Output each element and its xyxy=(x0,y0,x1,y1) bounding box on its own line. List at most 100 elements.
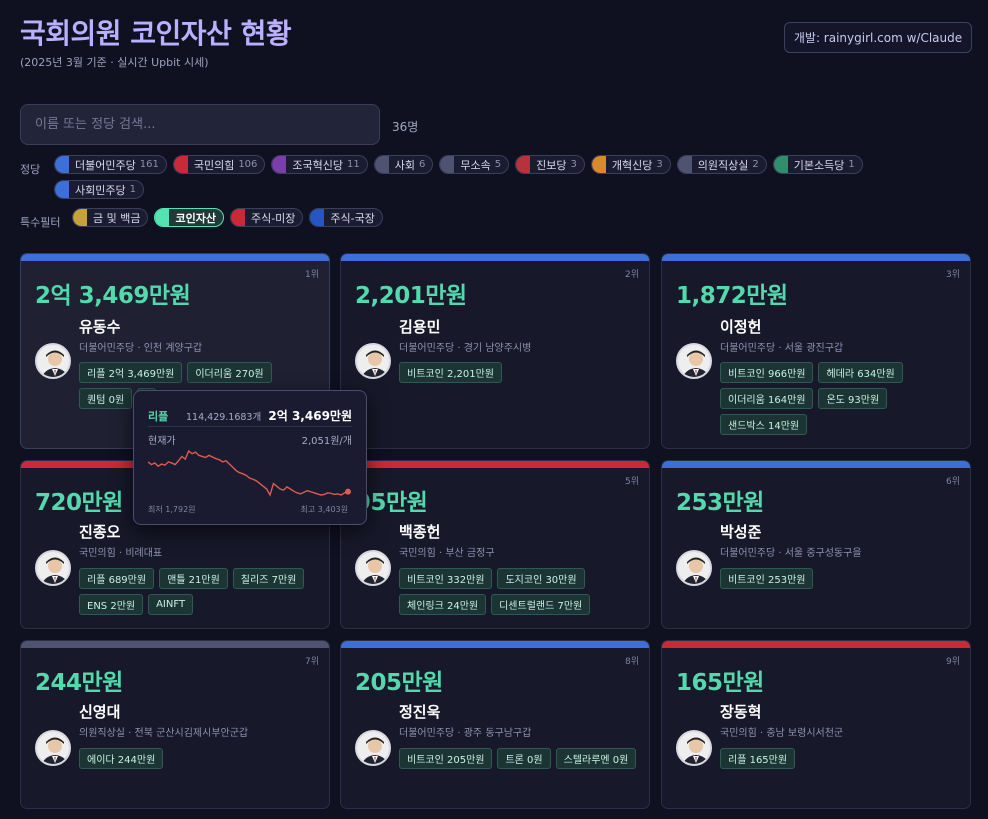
party-chip[interactable]: 개혁신당 3 xyxy=(590,155,671,174)
coin-tag[interactable]: 리플 689만원 xyxy=(79,568,155,589)
special-chip-label: 코인자산 xyxy=(175,211,216,225)
member-name: 진종오 xyxy=(79,523,121,541)
party-filter-label: 정당 xyxy=(20,163,41,176)
member-name: 박성준 xyxy=(720,523,762,541)
coin-tag[interactable]: AINFT xyxy=(148,594,194,615)
party-color-bar xyxy=(21,254,329,261)
rank-badge: 3위 xyxy=(945,270,960,280)
total-asset: 244만원 xyxy=(35,670,123,696)
party-chip[interactable]: 진보당 3 xyxy=(515,155,585,174)
party-color-bar xyxy=(341,461,649,468)
special-filter-chip[interactable]: 주식-미장 xyxy=(229,208,304,227)
party-color-dot xyxy=(272,156,287,173)
party-chip-label: 진보당 xyxy=(536,158,567,172)
sparkline-path xyxy=(147,449,349,497)
party-chip[interactable]: 사회 6 xyxy=(373,155,434,174)
rank-badge: 2위 xyxy=(624,270,639,280)
member-card[interactable]: 7위 244만원 신영대 의원직상실 · 전북 군산시김제시부안군갑 에이다 244만원 xyxy=(20,640,330,809)
rank-badge: 6위 xyxy=(945,477,960,487)
party-chip[interactable]: 국민의힘 106 xyxy=(172,155,266,174)
rank-badge: 5위 xyxy=(624,477,639,487)
coin-tag[interactable]: 에이다 244만원 xyxy=(79,748,164,769)
avatar xyxy=(35,550,71,586)
credit-link[interactable]: 개발: rainygirl.com w/Claude xyxy=(784,22,972,53)
avatar xyxy=(355,550,391,586)
tooltip-max: 최고 3,403원 xyxy=(300,505,348,514)
page-subtitle: (2025년 3월 기준 · 실시간 Upbit 시세) xyxy=(20,56,209,69)
coin-tag[interactable]: 비트코인 253만원 xyxy=(720,568,814,589)
special-filter-chip[interactable]: 코인자산 xyxy=(154,208,224,227)
coin-tag[interactable]: 이더리움 164만원 xyxy=(720,388,814,409)
party-color-dot xyxy=(516,156,531,173)
coin-tag[interactable]: 헤데라 634만원 xyxy=(818,362,903,383)
member-party-district: 국민의힘 · 비례대표 xyxy=(79,548,163,559)
coin-tag[interactable]: 온도 93만원 xyxy=(818,388,888,409)
member-card[interactable]: 9위 165만원 장동혁 국민의힘 · 충남 보령시서천군 리플 165만원 xyxy=(661,640,971,809)
member-card[interactable]: 2위 2,201만원 김용민 더불어민주당 · 경기 남양주시병 비트코인 2,201만… xyxy=(340,253,650,449)
coin-tag[interactable]: ENS 2만원 xyxy=(79,594,144,615)
coin-tag[interactable]: 비트코인 332만원 xyxy=(399,568,493,589)
avatar xyxy=(35,730,71,766)
coin-tag[interactable]: 디센트럴랜드 7만원 xyxy=(491,594,591,615)
member-card[interactable]: 3위 1,872만원 이정헌 더불어민주당 · 서울 광진구갑 비트코인 966만원 헤데… xyxy=(661,253,971,449)
special-chip-label: 주식-미장 xyxy=(250,211,296,225)
coin-tag[interactable]: 비트코인 2,201만원 xyxy=(399,362,503,383)
coin-holdings: 비트코인 332만원 도지코인 30만원체인링크 24만원 디센트럴랜드 7만원 xyxy=(399,568,639,615)
member-card[interactable]: 8위 205만원 정진욱 더불어민주당 · 광주 동구남구갑 비트코인 205만원 트론 … xyxy=(340,640,650,809)
coin-tag[interactable]: 도지코인 30만원 xyxy=(497,568,585,589)
tooltip-min: 최저 1,792원 xyxy=(148,505,196,514)
party-chip-count: 3 xyxy=(570,159,577,170)
party-chip[interactable]: 사회민주당 1 xyxy=(54,180,144,199)
coin-tag[interactable]: 리플 2억 3,469만원 xyxy=(79,362,183,383)
tooltip-coin: 리플 xyxy=(148,410,169,423)
coin-holdings: 비트코인 253만원 xyxy=(720,568,960,589)
coin-tag[interactable]: 샌드박스 14만원 xyxy=(720,414,808,435)
coin-tag[interactable]: 칠리즈 7만원 xyxy=(232,568,305,589)
search-input[interactable] xyxy=(20,104,380,145)
party-chip[interactable]: 기본소득당 1 xyxy=(772,155,863,174)
coin-tag[interactable]: 리플 165만원 xyxy=(720,748,796,769)
party-filter-chips: 더불어민주당 161 국민의힘 106 조국혁신당 11 사회 6 무소속 5 진보당 3 개혁신당 3 의… xyxy=(54,155,934,199)
party-chip[interactable]: 더불어민주당 161 xyxy=(54,155,167,174)
party-chip[interactable]: 의원직상실 2 xyxy=(676,155,767,174)
party-color-bar xyxy=(341,254,649,261)
tooltip-quantity: 114,429.1683개 xyxy=(186,412,262,423)
party-color-dot xyxy=(374,156,389,173)
member-name: 정진욱 xyxy=(399,703,441,721)
member-name: 유동수 xyxy=(79,318,121,336)
coin-tooltip: 리플 114,429.1683개 2억 3,469만원 현재가 2,051원/개… xyxy=(133,390,367,525)
party-color-dot xyxy=(173,156,188,173)
total-asset: 2,201만원 xyxy=(355,283,467,309)
avatar xyxy=(355,730,391,766)
coin-tag[interactable]: 이더리움 270원 xyxy=(187,362,272,383)
rank-badge: 1위 xyxy=(304,270,319,280)
coin-tag[interactable]: 스텔라루멘 0원 xyxy=(555,748,637,769)
party-chip-label: 의원직상실 xyxy=(697,158,749,172)
coin-tag[interactable]: 맨틀 21만원 xyxy=(159,568,228,589)
party-color-bar xyxy=(21,641,329,648)
party-chip-label: 개혁신당 xyxy=(611,158,653,172)
coin-tag[interactable]: 체인링크 24만원 xyxy=(399,594,487,615)
member-card[interactable]: 6위 253만원 박성준 더불어민주당 · 서울 중구성동구을 비트코인 253만원 xyxy=(661,460,971,629)
member-party-district: 더불어민주당 · 서울 중구성동구을 xyxy=(720,548,862,559)
coin-holdings: 비트코인 966만원 헤데라 634만원 이더리움 164만원 온도 93만원샌드박스… xyxy=(720,362,960,435)
special-filter-chip[interactable]: 주식-국장 xyxy=(309,208,383,227)
coin-tag[interactable]: 트론 0원 xyxy=(497,748,551,769)
special-chip-label: 금 및 백금 xyxy=(93,211,141,225)
party-chip[interactable]: 무소속 5 xyxy=(439,155,510,174)
party-color-bar xyxy=(662,461,970,468)
special-filter-chip[interactable]: 금 및 백금 xyxy=(72,208,149,227)
party-color-dot xyxy=(591,156,606,173)
total-asset: 205만원 xyxy=(355,670,443,696)
sparkline-current-point xyxy=(345,488,351,495)
party-chip-count: 1 xyxy=(848,159,855,170)
page-title: 국회의원 코인자산 현황 xyxy=(20,17,292,50)
rank-badge: 8위 xyxy=(624,657,639,667)
coin-tag[interactable]: 퀀텀 0원 xyxy=(79,388,133,409)
coin-tag[interactable]: 비트코인 966만원 xyxy=(720,362,814,383)
special-chip-label: 주식-국장 xyxy=(330,211,375,225)
party-chip[interactable]: 조국혁신당 11 xyxy=(271,155,368,174)
coin-tag[interactable]: 비트코인 205만원 xyxy=(399,748,493,769)
filter-color-dot xyxy=(73,209,87,226)
member-card[interactable]: 5위 95만원 백종헌 국민의힘 · 부산 금정구 비트코인 332만원 도지코인 30만… xyxy=(340,460,650,629)
